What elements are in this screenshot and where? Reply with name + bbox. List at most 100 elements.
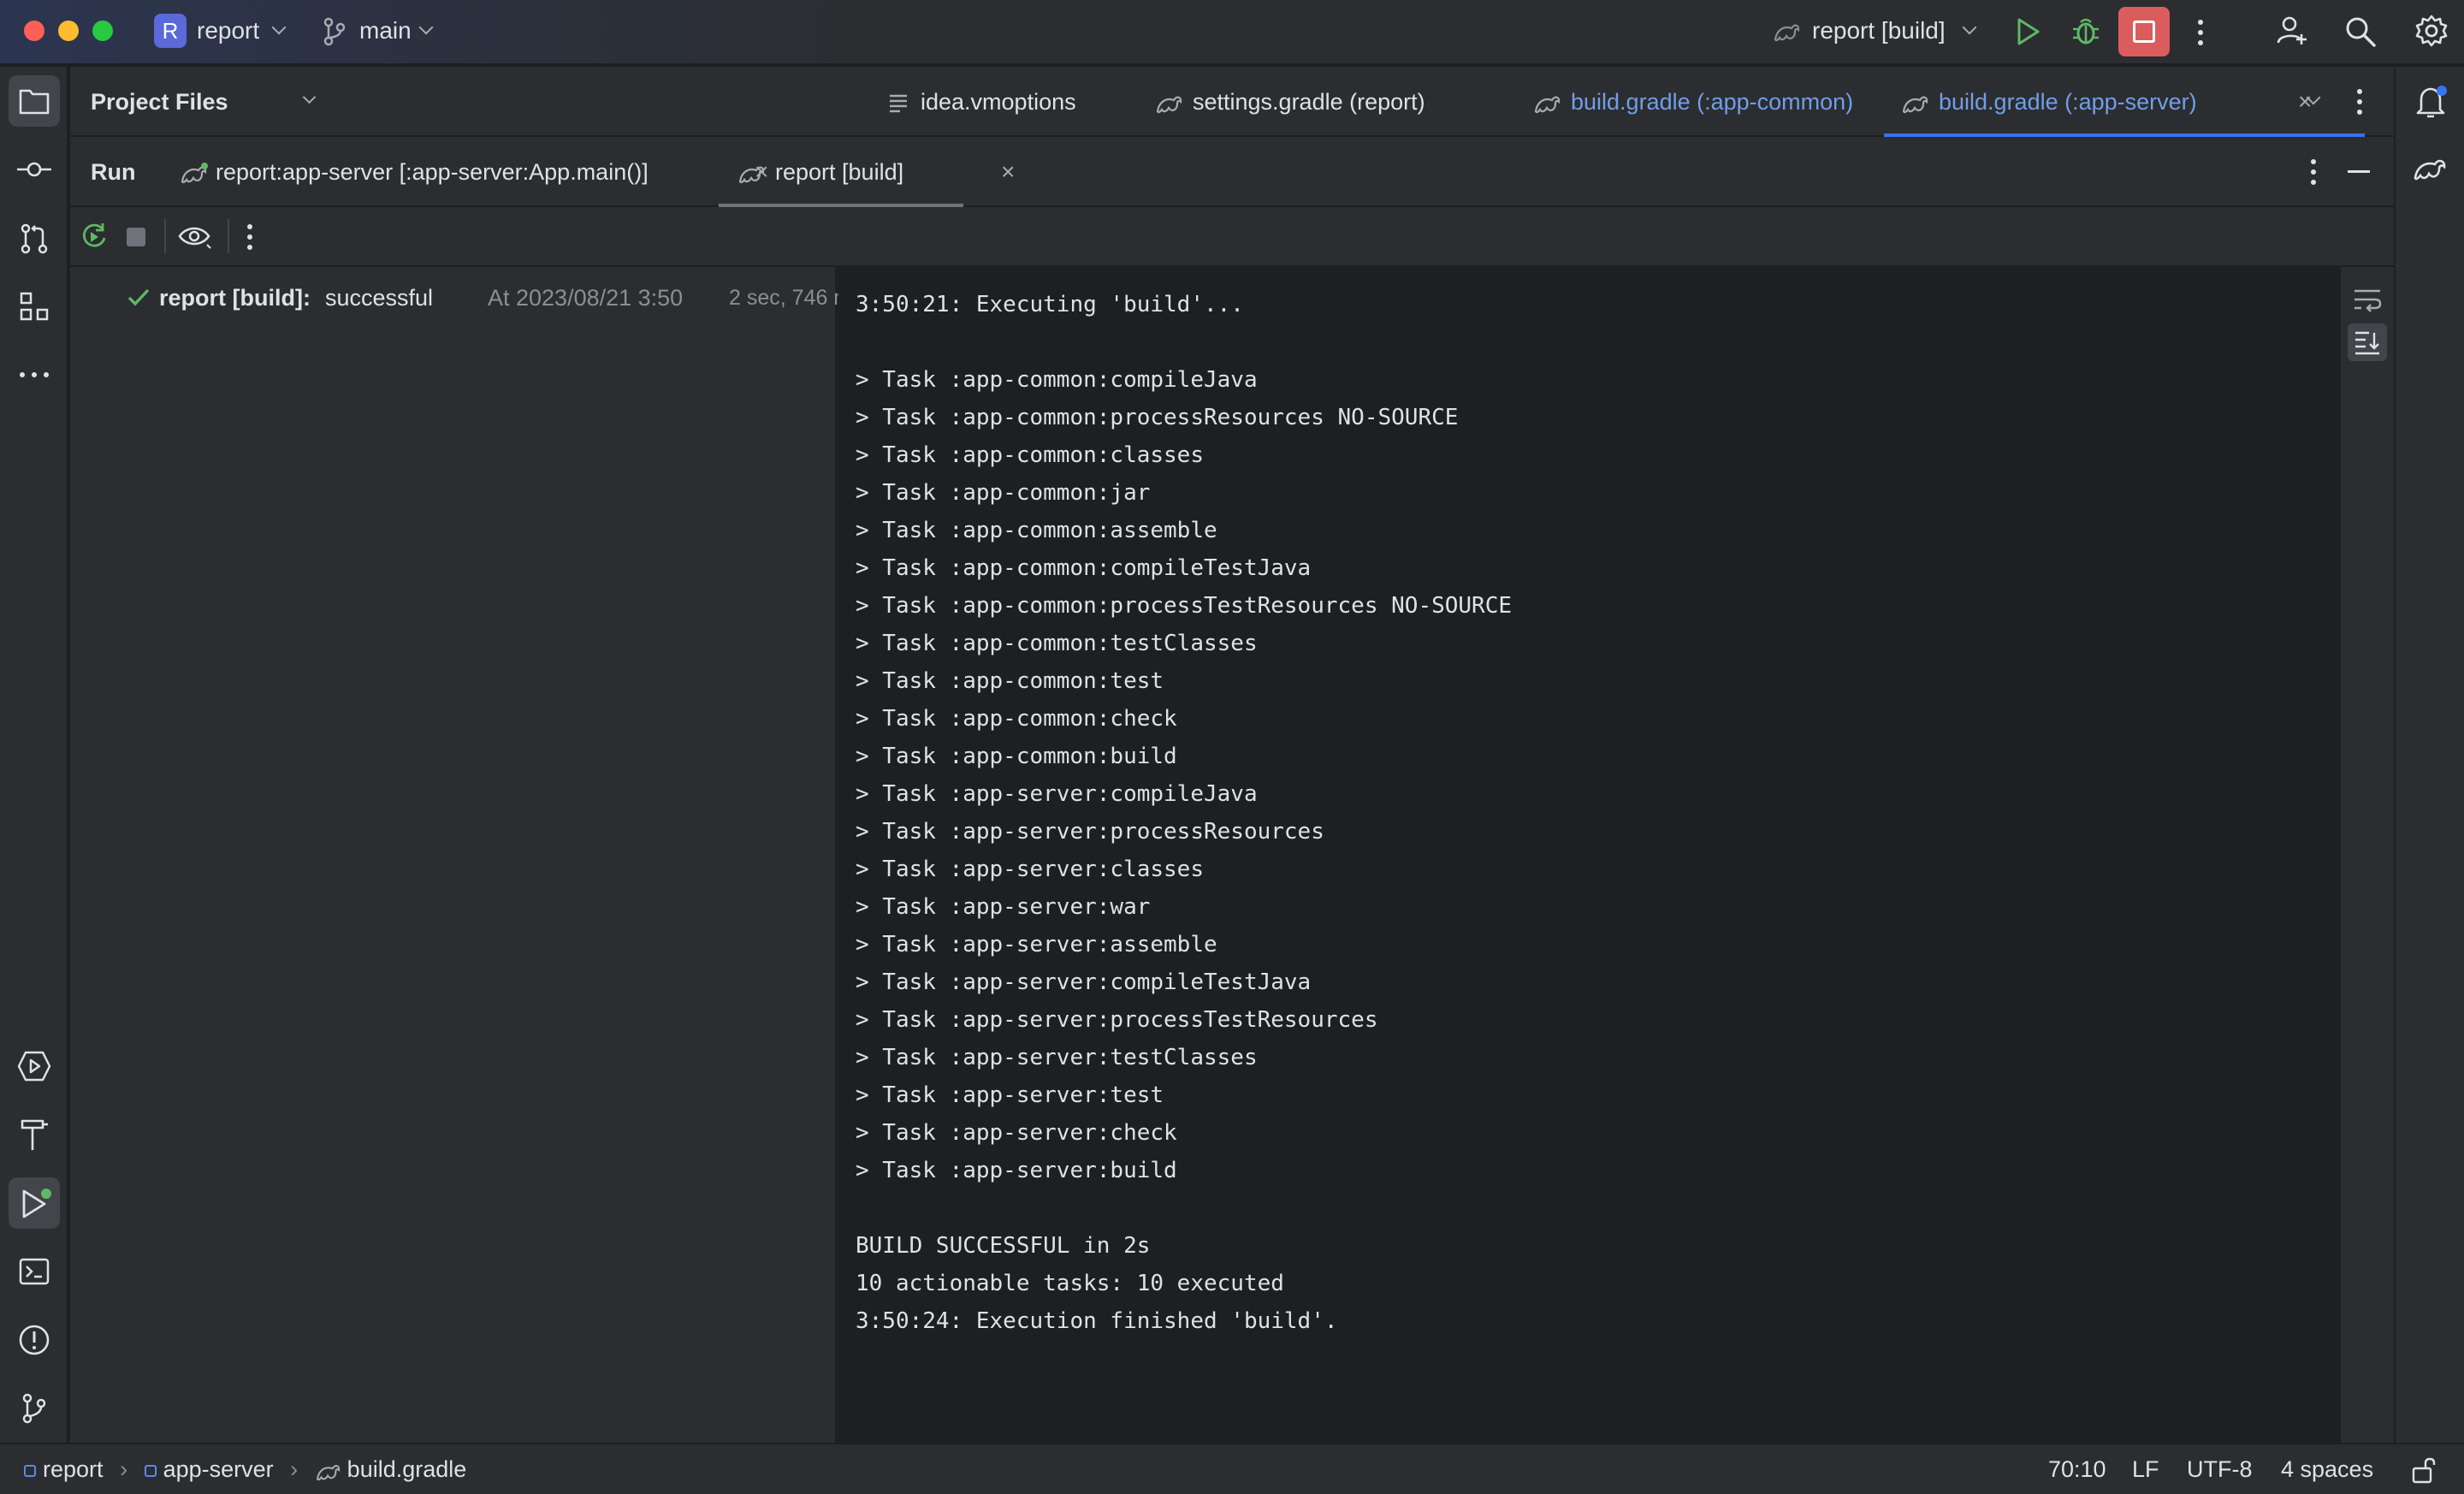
commit-tool-button[interactable] <box>9 144 60 195</box>
gradle-run-icon <box>181 163 208 184</box>
stop-icon[interactable] <box>127 228 145 246</box>
chevron-right-icon: › <box>290 1456 299 1482</box>
more-tools-button[interactable] <box>9 349 60 400</box>
indent-setting[interactable]: 4 spaces <box>2281 1456 2373 1483</box>
problems-tool-button[interactable] <box>9 1314 60 1366</box>
tab-idea-vmoptions[interactable]: idea.vmoptions <box>880 67 1076 137</box>
console-line: > Task :app-common:assemble <box>856 518 1217 543</box>
debug-icon[interactable] <box>2070 14 2101 48</box>
breadcrumb-item-app-server[interactable]: app-server <box>144 1456 274 1482</box>
console-output[interactable]: 3:50:21: Executing 'build'... > Task :ap… <box>838 267 2339 1443</box>
more-vertical-icon[interactable] <box>2354 87 2365 116</box>
console-line: 10 actionable tasks: 10 executed <box>856 1271 1284 1296</box>
search-icon[interactable] <box>2344 15 2377 48</box>
breadcrumb: report › app-server › build.gradle <box>24 1456 466 1483</box>
more-vertical-icon[interactable] <box>245 222 255 252</box>
chevron-down-icon <box>1962 20 1977 35</box>
chevron-down-icon <box>302 90 317 104</box>
module-icon <box>24 1464 36 1477</box>
minimize-window-button[interactable] <box>58 21 79 41</box>
commit-icon <box>17 162 51 177</box>
console-line: > Task :app-common:check <box>856 706 1177 732</box>
services-tool-button[interactable] <box>9 1040 60 1092</box>
title-bar: R report main report [build] <box>0 0 2464 65</box>
console-line: > Task :app-common:processTestResources … <box>856 593 1513 619</box>
structure-tool-button[interactable] <box>9 281 60 332</box>
eye-icon[interactable] <box>178 224 212 250</box>
module-icon <box>144 1464 157 1477</box>
pull-requests-tool-button[interactable] <box>9 212 60 264</box>
console-line: > Task :app-server:processResources <box>856 819 1324 845</box>
rerun-icon[interactable] <box>79 221 110 252</box>
console-line: > Task :app-server:testClasses <box>856 1045 1258 1070</box>
console-side-toolbar <box>2339 267 2394 1443</box>
soft-wrap-icon[interactable] <box>2353 288 2382 313</box>
run-tab-label: report:app-server [:app-server:App.main(… <box>216 159 649 185</box>
console-line: > Task :app-common:compileTestJava <box>856 555 1312 581</box>
console-line: > Task :app-server:war <box>856 894 1151 920</box>
scroll-to-end-icon <box>2355 331 2379 355</box>
tree-node-build[interactable]: report [build]: successful At 2023/08/21… <box>127 279 862 317</box>
console-line: > Task :app-server:assemble <box>856 932 1217 957</box>
hammer-icon <box>21 1119 48 1150</box>
file-encoding[interactable]: UTF-8 <box>2187 1456 2253 1483</box>
chevron-down-icon <box>418 20 434 35</box>
build-tool-button[interactable] <box>9 1109 60 1160</box>
close-tab-icon[interactable]: × <box>1001 137 1015 207</box>
tab-build-gradle-app-server[interactable]: build.gradle (:app-server) × <box>1884 67 2365 137</box>
services-icon <box>17 1051 51 1082</box>
gear-icon[interactable] <box>2414 14 2449 48</box>
cursor-position[interactable]: 70:10 <box>2048 1456 2106 1483</box>
console-line: > Task :app-common:build <box>856 744 1177 769</box>
run-toolbar <box>70 207 2394 267</box>
minimize-panel-icon[interactable] <box>2348 170 2370 173</box>
tab-settings-gradle[interactable]: settings.gradle (report) <box>1152 67 1425 137</box>
toolbar-divider <box>228 219 229 253</box>
right-tool-strip <box>2394 67 2464 1443</box>
run-tool-window-header: Run report:app-server [:app-server:App.m… <box>70 137 2394 207</box>
text-file-icon <box>890 94 907 113</box>
gradle-tool-icon[interactable] <box>2413 154 2449 183</box>
gradle-icon <box>738 166 765 184</box>
console-line: > Task :app-server:compileJava <box>856 781 1258 807</box>
unlock-icon[interactable] <box>2411 1456 2437 1484</box>
console-line: > Task :app-server:compileTestJava <box>856 969 1312 995</box>
branch-name: main <box>359 17 412 44</box>
stop-button[interactable] <box>2118 7 2170 56</box>
tab-build-gradle-app-common[interactable]: build.gradle (:app-common) <box>1530 67 1853 137</box>
breadcrumb-item-report[interactable]: report <box>24 1456 104 1482</box>
add-user-icon[interactable] <box>2276 14 2310 48</box>
run-icon[interactable] <box>2012 15 2043 48</box>
zoom-window-button[interactable] <box>92 21 113 41</box>
terminal-tool-button[interactable] <box>9 1246 60 1297</box>
run-tab-report-build[interactable]: report [build] × <box>719 137 1034 207</box>
project-name: report <box>197 17 260 44</box>
line-ending[interactable]: LF <box>2132 1456 2159 1483</box>
scroll-to-end-button[interactable] <box>2348 323 2387 361</box>
console-line: > Task :app-server:check <box>856 1120 1177 1146</box>
notifications-icon[interactable] <box>2414 84 2449 120</box>
project-panel-header[interactable]: Project Files <box>91 67 317 137</box>
console-line: BUILD SUCCESSFUL in 2s <box>856 1233 1151 1259</box>
pull-request-icon <box>21 223 48 254</box>
project-tool-button[interactable] <box>9 75 60 127</box>
more-vertical-icon[interactable] <box>2308 157 2319 187</box>
run-tool-button[interactable] <box>9 1177 60 1229</box>
gradle-icon <box>1156 96 1182 114</box>
close-window-button[interactable] <box>24 21 44 41</box>
console-line: > Task :app-common:test <box>856 668 1164 694</box>
more-horizontal-icon <box>20 372 49 377</box>
project-panel-title: Project Files <box>91 89 228 115</box>
console-line: > Task :app-common:testClasses <box>856 631 1258 656</box>
console-line: > Task :app-server:processTestResources <box>856 1007 1378 1033</box>
project-badge: R <box>154 14 187 48</box>
run-tab-app-server[interactable]: report:app-server [:app-server:App.main(… <box>180 137 779 207</box>
run-tab-label: report [build] <box>775 159 904 185</box>
console-line: > Task :app-common:jar <box>856 480 1151 506</box>
git-tool-button[interactable] <box>9 1383 60 1434</box>
left-tool-strip <box>0 67 68 1443</box>
more-vertical-icon[interactable] <box>2195 17 2206 48</box>
breadcrumb-item-build-gradle[interactable]: build.gradle <box>315 1456 466 1482</box>
git-branch-icon <box>22 1393 46 1424</box>
console-line: > Task :app-common:classes <box>856 442 1204 468</box>
